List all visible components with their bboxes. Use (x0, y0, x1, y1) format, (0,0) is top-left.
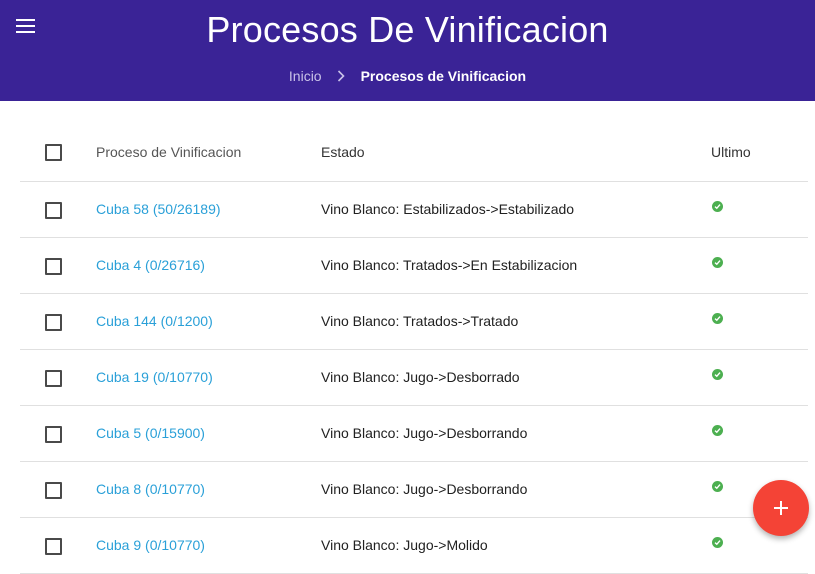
select-all-checkbox[interactable] (45, 144, 62, 161)
check-circle-icon (712, 201, 723, 212)
table-row: Cuba 19 (0/10770) Vino Blanco: Jugo->Desb… (20, 350, 808, 406)
check-circle-icon (712, 313, 723, 324)
row-checkbox[interactable] (45, 538, 62, 555)
table-header-row: Proceso de Vinificacion Estado Ultimo (20, 124, 808, 182)
add-process-button[interactable] (753, 480, 809, 536)
process-link[interactable]: Cuba 144 (0/1200) (96, 313, 213, 329)
table-row: Cuba 58 (50/26189) Vino Blanco: Estabiliz… (20, 182, 808, 238)
check-circle-icon (712, 481, 723, 492)
process-link[interactable]: Cuba 19 (0/10770) (96, 369, 213, 385)
process-state: Vino Blanco: Tratados->En Estabilizacion (321, 257, 578, 273)
process-link[interactable]: Cuba 4 (0/26716) (96, 257, 205, 273)
check-circle-icon (712, 425, 723, 436)
process-state: Vino Blanco: Estabilizados->Estabilizado (321, 201, 575, 217)
process-state: Vino Blanco: Tratados->Tratado (321, 313, 519, 329)
column-header-state[interactable]: Estado (321, 144, 365, 160)
process-state: Vino Blanco: Jugo->Desborrando (321, 481, 528, 497)
check-circle-icon (712, 369, 723, 380)
row-checkbox[interactable] (45, 202, 62, 219)
table-row: Cuba 8 (0/10770) Vino Blanco: Jugo->Desbo… (20, 462, 808, 518)
row-checkbox[interactable] (45, 482, 62, 499)
table-row: Cuba 4 (0/26716) Vino Blanco: Tratados->E… (20, 238, 808, 294)
breadcrumb-current: Procesos de Vinificacion (360, 68, 527, 84)
row-checkbox[interactable] (45, 370, 62, 387)
check-circle-icon (712, 537, 723, 548)
column-header-process[interactable]: Proceso de Vinificacion (96, 144, 241, 160)
process-link[interactable]: Cuba 8 (0/10770) (96, 481, 205, 497)
page-title: Procesos De Vinificacion (206, 9, 609, 50)
app-bar: Procesos De Vinificacion Inicio Procesos… (0, 0, 815, 101)
process-link[interactable]: Cuba 58 (50/26189) (96, 201, 221, 217)
process-state: Vino Blanco: Jugo->Desborrando (321, 425, 528, 441)
chevron-right-icon (337, 69, 347, 83)
process-table: Proceso de Vinificacion Estado Ultimo Cu… (20, 124, 808, 574)
breadcrumb: Inicio Procesos de Vinificacion (0, 68, 815, 84)
row-checkbox[interactable] (45, 314, 62, 331)
breadcrumb-home-link[interactable]: Inicio (289, 68, 322, 84)
process-state: Vino Blanco: Jugo->Desborrado (321, 369, 520, 385)
row-checkbox[interactable] (45, 258, 62, 275)
column-header-last[interactable]: Ultimo (711, 144, 751, 160)
table-row: Cuba 5 (0/15900) Vino Blanco: Jugo->Desbo… (20, 406, 808, 462)
table-row: Cuba 144 (0/1200) Vino Blanco: Tratados->… (20, 294, 808, 350)
table-row: Cuba 9 (0/10770) Vino Blanco: Jugo->Molid… (20, 518, 808, 574)
check-circle-icon (712, 257, 723, 268)
process-link[interactable]: Cuba 5 (0/15900) (96, 425, 205, 441)
row-checkbox[interactable] (45, 426, 62, 443)
process-link[interactable]: Cuba 9 (0/10770) (96, 537, 205, 553)
process-state: Vino Blanco: Jugo->Molido (321, 537, 488, 553)
